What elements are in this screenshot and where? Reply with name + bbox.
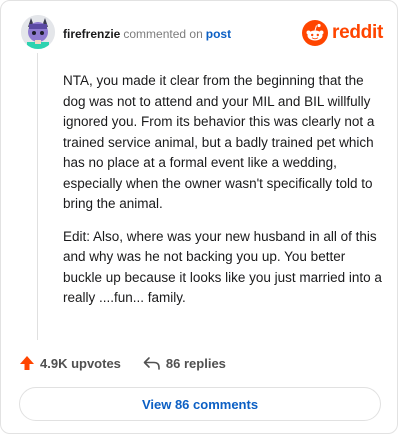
username[interactable]: firefrenzie [63,27,120,41]
reply-button[interactable]: 86 replies [143,355,226,371]
reddit-wordmark: reddit [332,22,383,43]
post-link[interactable]: post [206,27,231,41]
comment-body: NTA, you made it clear from the beginnin… [63,71,385,321]
upvote-arrow-icon [20,356,34,370]
comment-paragraph: Edit: Also, where was your new husband i… [63,228,382,306]
reply-count: 86 replies [165,355,226,371]
upvote-button[interactable]: 4.9K upvotes [19,355,121,371]
comment-card: firefrenzie commented on post reddit NTA, … [0,0,398,434]
reddit-logo-icon [302,20,329,46]
avatar[interactable] [21,15,55,49]
comment-paragraph: NTA, you made it clear from the beginnin… [63,73,375,211]
reply-arrow-icon [143,357,160,370]
view-comments-button[interactable]: View 86 comments [19,387,381,421]
commented-on-label: commented on [123,27,203,41]
reddit-logo[interactable]: reddit [302,20,383,46]
comment-actions: 4.9K upvotes 86 replies [19,355,248,371]
thread-line [37,53,38,340]
upvote-count: 4.9K upvotes [40,355,121,371]
comment-header: firefrenzie commented on post [63,27,231,41]
